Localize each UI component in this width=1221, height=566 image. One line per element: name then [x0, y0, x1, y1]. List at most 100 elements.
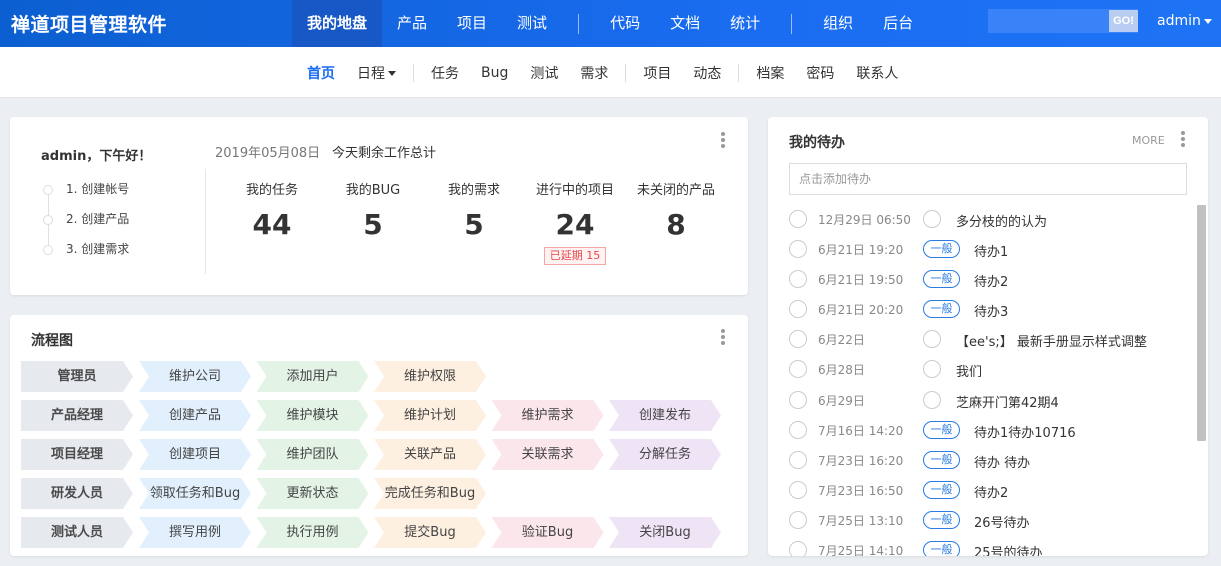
todo-checkbox[interactable] [789, 510, 807, 529]
flow-step[interactable]: 关联需求 [492, 439, 604, 470]
stat-open-products[interactable]: 未关闭的产品 8 [626, 179, 726, 241]
flow-step[interactable]: 领取任务和Bug [139, 478, 251, 509]
todo-item[interactable]: 7月25日 13:10 一般 26号待办 [768, 505, 1196, 535]
todo-name[interactable]: 待办3 [974, 301, 1008, 320]
search-go-button[interactable]: GO! [1109, 10, 1138, 32]
tutorial-step[interactable]: 1. 创建帐号 [41, 183, 129, 213]
subnav-calendar[interactable]: 日程 [346, 63, 407, 83]
subnav-profile[interactable]: 档案 [745, 63, 795, 83]
tutorial-step[interactable]: 3. 创建需求 [41, 243, 129, 273]
flow-step[interactable]: 关联产品 [374, 439, 486, 470]
todo-checkbox[interactable] [789, 240, 807, 259]
todo-name[interactable]: 待办1 [974, 241, 1008, 260]
todo-item[interactable]: 7月23日 16:20 一般 待办 待办 [768, 445, 1196, 475]
subnav-story[interactable]: 需求 [569, 63, 619, 83]
stat-label: 我的任务 [245, 183, 298, 198]
subnav-project[interactable]: 项目 [632, 63, 682, 83]
nav-stats[interactable]: 统计 [715, 0, 775, 47]
subnav-test[interactable]: 测试 [519, 63, 569, 83]
todo-item[interactable]: 6月21日 19:20 一般 待办1 [768, 234, 1196, 264]
todo-checkbox[interactable] [789, 360, 807, 379]
todo-name[interactable]: 待办1待办10716 [974, 422, 1076, 441]
search-input[interactable] [988, 9, 1109, 33]
panel-menu-icon[interactable] [721, 132, 725, 150]
flow-step[interactable]: 更新状态 [257, 478, 369, 509]
flow-step[interactable]: 添加用户 [257, 361, 369, 392]
more-link[interactable]: MORE [1132, 134, 1165, 147]
todo-name[interactable]: 待办2 [974, 271, 1008, 290]
todo-name[interactable]: 我们 [956, 361, 982, 380]
flow-step[interactable]: 创建产品 [139, 400, 251, 431]
flow-step[interactable]: 维护团队 [257, 439, 369, 470]
flow-step[interactable]: 验证Bug [492, 517, 604, 548]
stat-active-projects[interactable]: 进行中的项目 24 已延期 15 [525, 179, 625, 265]
add-todo-input[interactable] [789, 163, 1187, 195]
todo-checkbox[interactable] [789, 330, 807, 349]
flow-step[interactable]: 执行用例 [257, 517, 369, 548]
stat-my-bugs[interactable]: 我的BUG 5 [323, 179, 423, 241]
todo-name[interactable]: 芝麻开门第42期4 [956, 392, 1059, 411]
todo-checkbox[interactable] [789, 420, 807, 439]
todo-checkbox[interactable] [789, 390, 807, 409]
todo-checkbox[interactable] [789, 210, 807, 228]
brand-logo[interactable]: 禅道项目管理软件 [11, 10, 167, 37]
scrollbar-thumb[interactable] [1197, 205, 1206, 441]
subnav-home[interactable]: 首页 [296, 63, 346, 83]
nav-code[interactable]: 代码 [595, 0, 655, 47]
todo-checkbox[interactable] [789, 450, 807, 469]
nav-product[interactable]: 产品 [382, 0, 442, 47]
nav-admin[interactable]: 后台 [868, 0, 928, 47]
sub-navbar: 首页 日程 任务 Bug 测试 需求 项目 动态 档案 密码 联系人 [0, 47, 1221, 98]
todo-name[interactable]: 【ee's;】 最新手册显示样式调整 [956, 331, 1147, 350]
nav-project[interactable]: 项目 [442, 0, 502, 47]
todo-name[interactable]: 26号待办 [974, 512, 1030, 531]
flow-step[interactable]: 创建发布 [609, 400, 721, 431]
flow-step[interactable]: 关闭Bug [609, 517, 721, 548]
user-menu[interactable]: admin [1157, 13, 1212, 29]
nav-my[interactable]: 我的地盘 [292, 0, 383, 47]
todo-item[interactable]: 6月29日 芝麻开门第42期4 [768, 385, 1196, 415]
todo-name[interactable]: 多分枝的的认为 [956, 211, 1047, 230]
todo-item[interactable]: 7月23日 16:50 一般 待办2 [768, 475, 1196, 505]
todo-item[interactable]: 6月21日 20:20 一般 待办3 [768, 294, 1196, 324]
nav-org[interactable]: 组织 [808, 0, 868, 47]
todo-name[interactable]: 25号的待办 [974, 542, 1043, 556]
subnav-password[interactable]: 密码 [795, 63, 845, 83]
stat-my-stories[interactable]: 我的需求 5 [424, 179, 524, 241]
flow-role-label: 产品经理 [21, 400, 133, 431]
status-circle-icon [923, 210, 941, 228]
todo-checkbox[interactable] [789, 270, 807, 289]
flow-step[interactable]: 维护需求 [492, 400, 604, 431]
step-label: 3. 创建需求 [66, 242, 130, 256]
flow-step[interactable]: 撰写用例 [139, 517, 251, 548]
todo-item[interactable]: 7月25日 14:10 一般 25号的待办 [768, 535, 1196, 556]
todo-item[interactable]: 6月21日 19:50 一般 待办2 [768, 264, 1196, 294]
subnav-contacts[interactable]: 联系人 [845, 63, 909, 83]
flow-step[interactable]: 维护计划 [374, 400, 486, 431]
subnav-dynamic[interactable]: 动态 [682, 63, 732, 83]
subnav-bug[interactable]: Bug [470, 65, 519, 81]
todo-checkbox[interactable] [789, 480, 807, 499]
flow-step[interactable]: 维护模块 [257, 400, 369, 431]
todo-checkbox[interactable] [789, 300, 807, 319]
panel-menu-icon[interactable] [1181, 131, 1185, 149]
subnav-task[interactable]: 任务 [420, 63, 470, 83]
flow-step[interactable]: 提交Bug [374, 517, 486, 548]
todo-item[interactable]: 6月22日 【ee's;】 最新手册显示样式调整 [768, 324, 1196, 354]
flow-step[interactable]: 维护公司 [139, 361, 251, 392]
todo-name[interactable]: 待办 待办 [974, 452, 1030, 471]
tutorial-step[interactable]: 2. 创建产品 [41, 213, 129, 243]
nav-doc[interactable]: 文档 [655, 0, 715, 47]
flow-step[interactable]: 创建项目 [139, 439, 251, 470]
flow-step[interactable]: 维护权限 [374, 361, 486, 392]
nav-test[interactable]: 测试 [502, 0, 562, 47]
stat-my-tasks[interactable]: 我的任务 44 [222, 179, 322, 241]
todo-item[interactable]: 12月29日 06:50 多分枝的的认为 [768, 204, 1196, 234]
todo-item[interactable]: 6月28日 我们 [768, 354, 1196, 384]
todo-checkbox[interactable] [789, 541, 807, 556]
flow-step[interactable]: 完成任务和Bug [374, 478, 486, 509]
panel-menu-icon[interactable] [721, 329, 725, 347]
todo-item[interactable]: 7月16日 14:20 一般 待办1待办10716 [768, 415, 1196, 445]
flow-step[interactable]: 分解任务 [609, 439, 721, 470]
todo-name[interactable]: 待办2 [974, 482, 1008, 501]
